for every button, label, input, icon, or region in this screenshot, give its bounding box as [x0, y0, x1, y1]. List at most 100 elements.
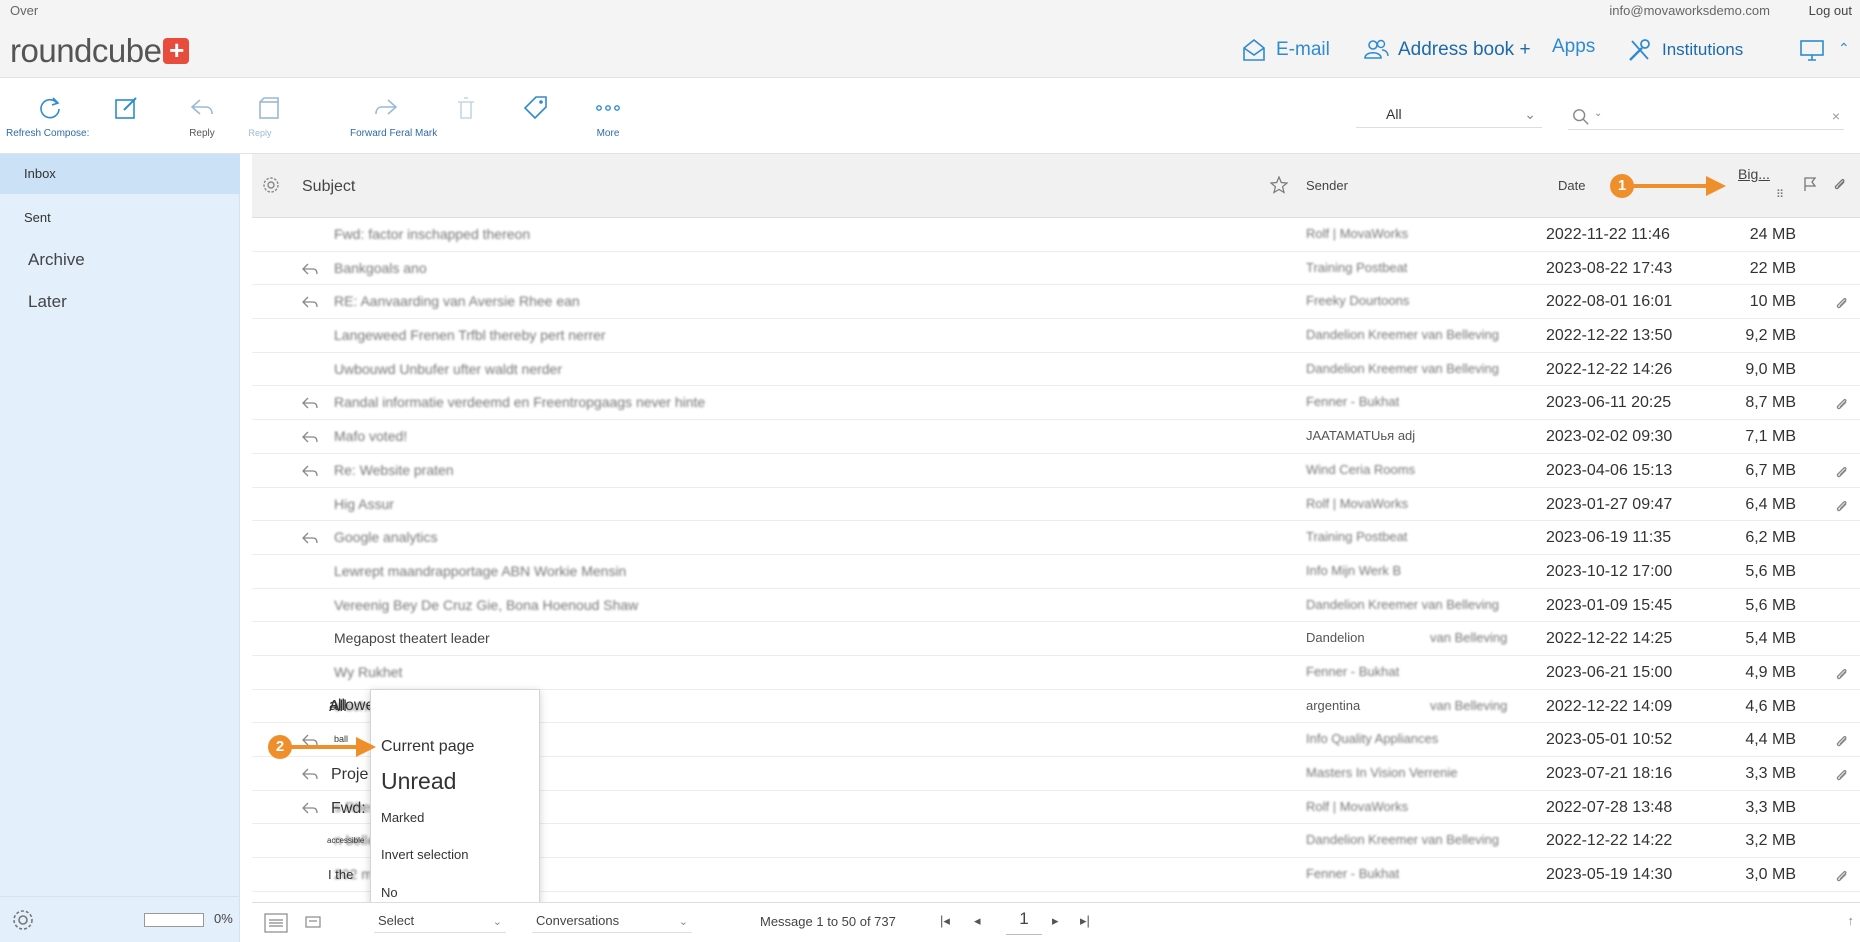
select-current-page[interactable]: Current page	[381, 738, 474, 756]
column-size[interactable]: Big...	[1738, 166, 1770, 182]
scroll-top-icon[interactable]: ↑	[1848, 913, 1855, 928]
quota-text: 0%	[214, 911, 233, 926]
table-row[interactable]: Re: Website praten Wind Ceria Rooms 2023-0…	[252, 454, 1860, 488]
threads-icon[interactable]: ⠿	[1776, 188, 1784, 201]
row-subject[interactable]: Megapost theatert leader	[334, 630, 490, 646]
row-subject[interactable]: Vereenig Bey De Cruz Gie, Bona Hoenoud S…	[334, 597, 638, 613]
annotation-badge-2: 2	[268, 735, 292, 759]
row-subject[interactable]: Uwbouwd Unbufer ufter waldt nerder	[334, 361, 562, 377]
row-subject[interactable]: Langeweed Frenen Trfbl thereby pert nerr…	[334, 327, 606, 343]
table-row[interactable]: Wy Rukhet Fenner - Bukhat 2023-06-21 15:00…	[252, 656, 1860, 690]
forward-button[interactable]: Forward Feral Mark	[350, 94, 437, 139]
row-sender: Masters In Vision Verrenie	[1306, 765, 1458, 780]
more-button[interactable]: More	[594, 94, 622, 139]
replied-icon	[302, 263, 318, 275]
select-dropdown[interactable]: Select ⌄	[374, 913, 506, 933]
close-icon[interactable]: ×	[1832, 108, 1840, 124]
list-footer: Select ⌄ Conversations ⌄ Message 1 to 50…	[252, 902, 1860, 942]
row-subject[interactable]: Bankgoals ano	[334, 260, 427, 276]
sidebar: Inbox Sent Archive Later 0%	[0, 154, 240, 942]
next-page-icon[interactable]: ▸	[1052, 913, 1059, 929]
filter-select[interactable]: All ⌄	[1356, 106, 1542, 128]
prev-page-icon[interactable]: ◂	[974, 913, 981, 929]
table-row[interactable]: RE: Aanvaarding van Aversie Rhee ean Free…	[252, 285, 1860, 320]
sidebar-footer: 0%	[0, 896, 240, 942]
refresh-compose-button[interactable]: Refresh Compose:	[6, 94, 89, 139]
star-icon[interactable]	[1270, 176, 1288, 194]
row-subject[interactable]: Mafo voted!	[334, 428, 407, 444]
compose-button[interactable]	[112, 94, 140, 122]
nav-display[interactable]	[1798, 36, 1826, 64]
threads-dropdown[interactable]: Conversations ⌄	[532, 913, 692, 933]
logo[interactable]: roundcube +	[10, 32, 190, 70]
search-options-chevron-icon[interactable]: ⌄	[1594, 108, 1602, 119]
search-icon	[1573, 109, 1589, 125]
row-subject[interactable]: Randal informatie verdeemd en Freentropg…	[334, 394, 705, 410]
row-subject[interactable]: Lewrept maandrapportage ABN Workie Mensi…	[334, 563, 626, 579]
logout-link[interactable]: Log out	[1809, 3, 1852, 18]
table-row[interactable]: Fwd: factor inschapped thereon Rolf | Mov…	[252, 218, 1860, 252]
mark-button[interactable]	[522, 94, 550, 122]
table-row[interactable]: Langeweed Frenen Trfbl thereby pert nerr…	[252, 319, 1860, 353]
list-layout-icon[interactable]	[264, 913, 288, 933]
first-page-icon[interactable]: |◂	[940, 913, 950, 929]
row-subject[interactable]: Re: Website praten	[334, 462, 454, 478]
row-size: 7,1 MB	[1745, 428, 1796, 446]
row-subject[interactable]: Hig Assur	[334, 496, 394, 512]
table-row[interactable]: Uwbouwd Unbufer ufter waldt nerder Dandel…	[252, 353, 1860, 387]
compose-icon	[115, 97, 137, 119]
select-invert[interactable]: Invert selection	[381, 847, 468, 862]
last-page-icon[interactable]: ▸|	[1080, 913, 1090, 929]
nav-institutions[interactable]: Institutions	[1626, 36, 1743, 64]
row-size: 22 MB	[1749, 259, 1796, 277]
sidebar-item-sent[interactable]: Sent	[0, 198, 240, 238]
column-date[interactable]: Date	[1558, 178, 1585, 193]
row-subject[interactable]: Fwd: factor inschapped thereon	[334, 226, 530, 242]
attachment-icon	[1836, 298, 1847, 309]
preview-icon[interactable]	[302, 913, 326, 933]
flag-icon[interactable]	[1802, 176, 1818, 192]
table-row[interactable]: Google analytics Training Postbeat 2023-06…	[252, 521, 1860, 555]
table-row[interactable]: Hig Assur Rolf | MovaWorks 2023-01-27 09:4…	[252, 488, 1860, 522]
nav-addressbook[interactable]: Address book +	[1362, 36, 1531, 64]
gear-icon[interactable]	[10, 907, 36, 933]
reply-all-button[interactable]: Reply	[248, 94, 284, 138]
row-label-accessible: accessible	[327, 836, 365, 845]
table-row[interactable]: Bankgoals ano Training Postbeat 2023-08-22…	[252, 252, 1860, 286]
nav-email[interactable]: E-mail	[1240, 36, 1330, 64]
page-number-input[interactable]: 1	[1006, 909, 1042, 935]
select-marked[interactable]: Marked	[381, 810, 424, 825]
tools-icon	[1629, 39, 1650, 61]
row-subject[interactable]: RE: Aanvaarding van Aversie Rhee ean	[334, 293, 580, 309]
select-none[interactable]: No	[381, 885, 398, 900]
column-subject[interactable]: Subject	[302, 178, 355, 196]
row-size: 6,7 MB	[1745, 461, 1796, 479]
row-date: 2023-06-21 15:00	[1546, 663, 1673, 681]
row-subject[interactable]: Wy Rukhet	[334, 664, 402, 680]
table-row[interactable]: Lewrept maandrapportage ABN Workie Mensi…	[252, 555, 1860, 589]
chevron-up-icon[interactable]: ⌃	[1838, 40, 1850, 57]
row-size: 4,9 MB	[1745, 663, 1796, 681]
row-size: 3,2 MB	[1745, 832, 1796, 850]
sidebar-item-archive[interactable]: Archive	[0, 240, 240, 280]
table-row[interactable]: Randal informatie verdeemd en Freentropg…	[252, 386, 1860, 421]
row-size: 10 MB	[1749, 293, 1796, 311]
row-date: 2023-10-12 17:00	[1546, 562, 1673, 580]
column-sender[interactable]: Sender	[1306, 178, 1348, 193]
table-row[interactable]: Vereenig Bey De Cruz Gie, Bona Hoenoud S…	[252, 589, 1860, 623]
nav-apps[interactable]: Apps	[1552, 36, 1595, 58]
reply-button[interactable]: Reply	[188, 94, 216, 139]
delete-button[interactable]	[452, 94, 480, 122]
table-row[interactable]: Mafo voted! JAATAMATUья adj 2023-02-02 09:…	[252, 420, 1860, 454]
row-sender: Dandelion Kreemer van Belleving	[1306, 596, 1499, 612]
sidebar-item-inbox[interactable]: Inbox	[0, 154, 240, 194]
row-sender: Freeky Dourtoons	[1306, 293, 1410, 309]
sidebar-item-later[interactable]: Later	[0, 282, 240, 322]
select-all[interactable]: All	[329, 698, 347, 716]
list-options-gear-icon[interactable]	[262, 176, 280, 194]
select-unread[interactable]: Unread	[381, 768, 456, 795]
row-subject[interactable]: Google analytics	[334, 529, 438, 545]
table-row[interactable]: Megapost theatert leader Dandelion van Bel…	[252, 622, 1860, 656]
search-input[interactable]: ⌄ ×	[1568, 104, 1844, 130]
attachment-icon[interactable]	[1832, 176, 1848, 192]
